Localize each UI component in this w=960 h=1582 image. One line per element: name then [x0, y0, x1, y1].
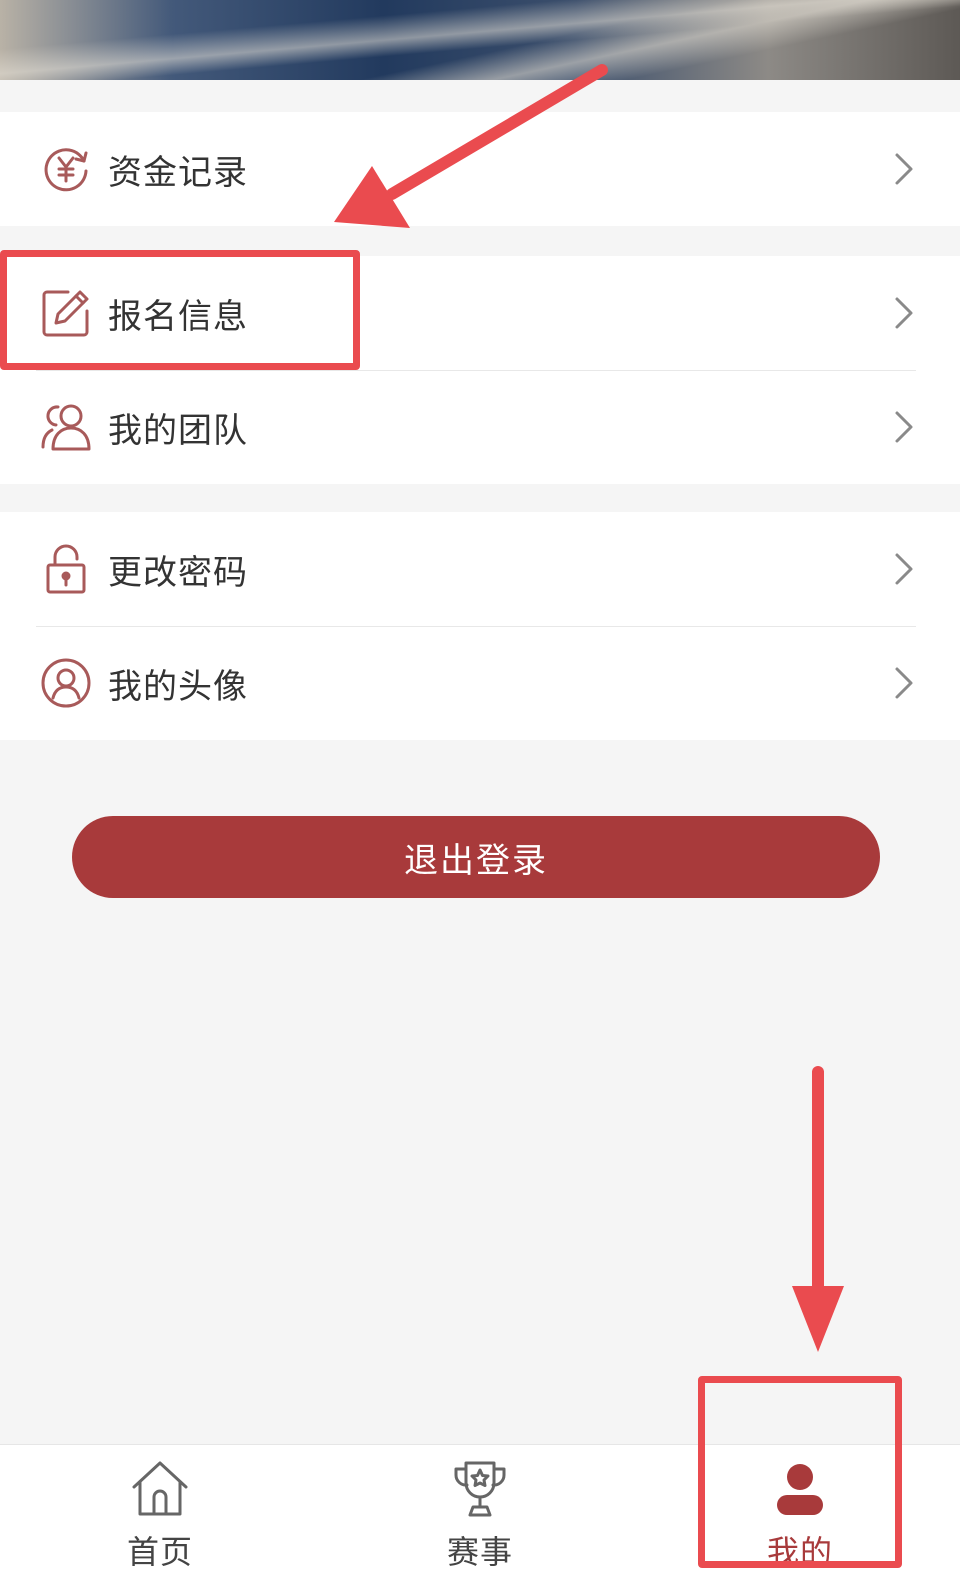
menu-item-registration-info[interactable]: 报名信息 [0, 256, 960, 370]
edit-icon [40, 287, 92, 339]
tab-home[interactable]: 首页 [0, 1445, 320, 1582]
annotation-arrow-to-mine-tab [792, 1066, 844, 1352]
menu-item-label: 我的头像 [108, 666, 248, 707]
chevron-right-icon [892, 409, 916, 445]
avatar-icon [40, 657, 92, 709]
menu-item-fund-records[interactable]: 资金记录 [0, 112, 960, 226]
menu-item-label: 资金记录 [108, 152, 248, 193]
user-icon [768, 1457, 832, 1521]
chevron-right-icon [892, 295, 916, 331]
tab-events[interactable]: 赛事 [320, 1445, 640, 1582]
menu-item-my-team[interactable]: 我的团队 [0, 370, 960, 484]
chevron-right-icon [892, 665, 916, 701]
tab-mine[interactable]: 我的 [640, 1445, 960, 1582]
app-screen: 资金记录 报名信息 我的团队 更改密码 我的头像 退出登录 首页 赛事 我的 [0, 0, 960, 1582]
tab-label: 赛事 [446, 1533, 513, 1571]
tab-label: 首页 [126, 1533, 193, 1571]
chevron-right-icon [892, 551, 916, 587]
bottom-tab-bar: 首页 赛事 我的 [0, 1444, 960, 1582]
menu-item-label: 报名信息 [108, 296, 248, 337]
yuan-refresh-icon [40, 143, 92, 195]
menu-item-label: 更改密码 [108, 552, 248, 593]
menu-group-registration: 报名信息 我的团队 [0, 256, 960, 484]
chevron-right-icon [892, 151, 916, 187]
menu-item-change-password[interactable]: 更改密码 [0, 512, 960, 626]
annotation-arrow-to-registration [334, 64, 608, 228]
menu-group-account: 更改密码 我的头像 [0, 512, 960, 740]
header-banner-image [0, 0, 960, 80]
team-icon [40, 401, 92, 453]
logout-button[interactable]: 退出登录 [72, 816, 880, 898]
lock-icon [40, 543, 92, 595]
menu-item-my-avatar[interactable]: 我的头像 [0, 626, 960, 740]
trophy-icon [448, 1457, 512, 1521]
menu-group-finance: 资金记录 [0, 112, 960, 226]
home-icon [128, 1457, 192, 1521]
menu-item-label: 我的团队 [108, 410, 248, 451]
tab-label: 我的 [766, 1533, 833, 1571]
